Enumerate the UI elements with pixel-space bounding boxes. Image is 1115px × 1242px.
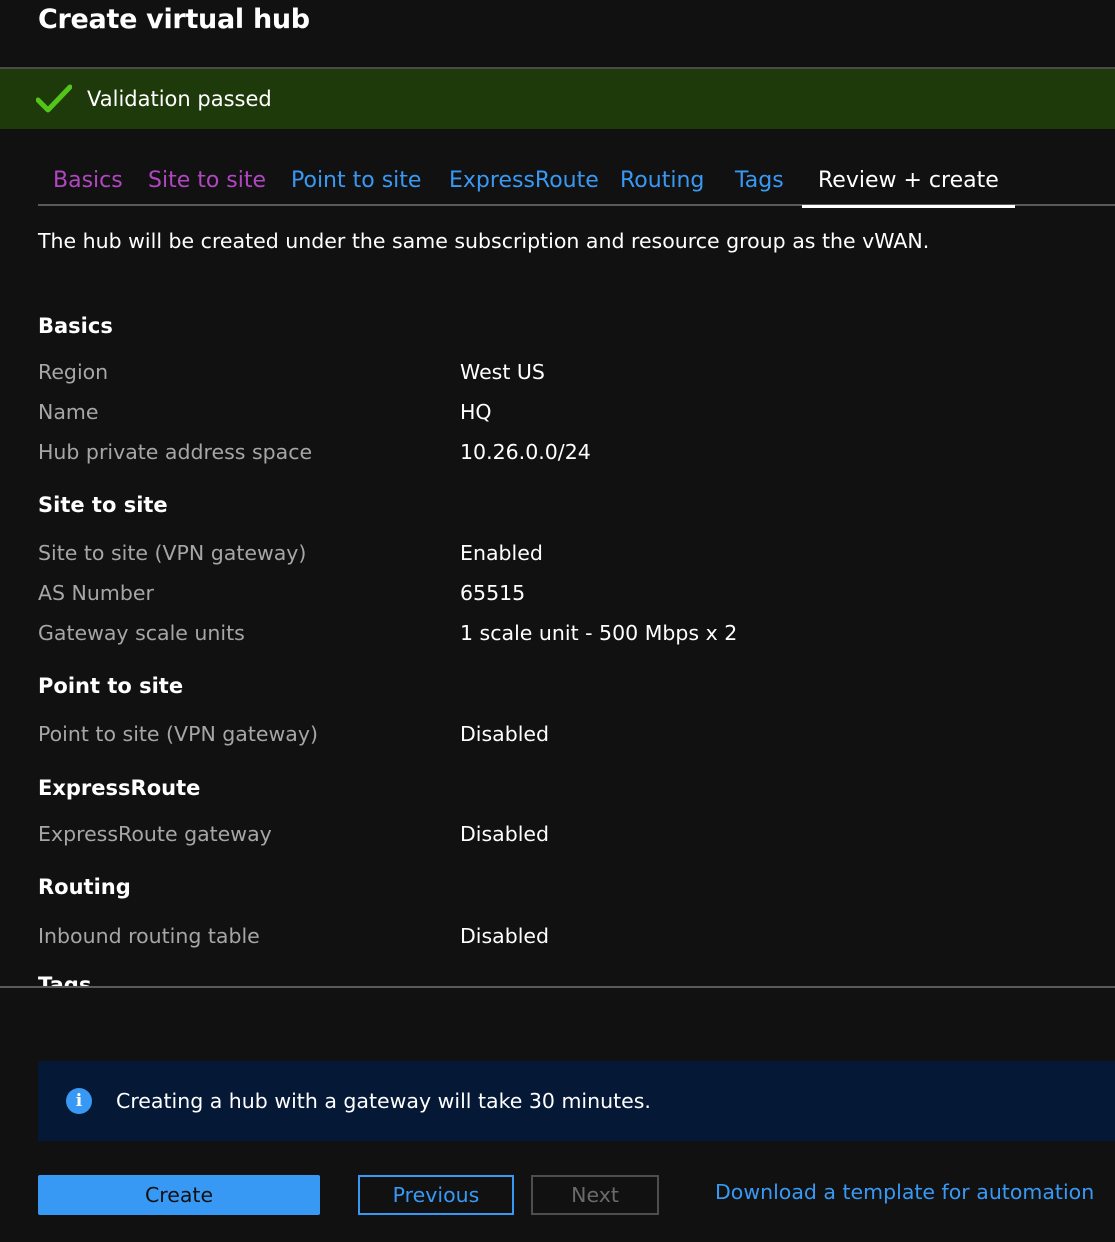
download-template-link[interactable]: Download a template for automation — [715, 1180, 1094, 1204]
section-heading-basics: Basics — [38, 314, 113, 338]
info-banner: i Creating a hub with a gateway will tak… — [38, 1061, 1115, 1141]
section-heading-tags: Tags — [38, 973, 92, 987]
summary-value: Disabled — [460, 924, 550, 948]
summary-value: Disabled — [460, 822, 550, 846]
tab-point-to-site[interactable]: Point to site — [291, 160, 421, 204]
summary-label: ExpressRoute gateway — [38, 822, 272, 846]
section-heading-routing: Routing — [38, 875, 131, 899]
tab-basics[interactable]: Basics — [53, 160, 123, 204]
tab-routing[interactable]: Routing — [620, 160, 704, 204]
tab-site-to-site[interactable]: Site to site — [148, 160, 266, 204]
summary-value: Disabled — [460, 722, 550, 746]
tab-expressroute[interactable]: ExpressRoute — [449, 160, 599, 204]
summary-divider — [0, 986, 1115, 988]
info-text: Creating a hub with a gateway will take … — [116, 1089, 651, 1113]
summary-value: Enabled — [460, 541, 543, 565]
wizard-tabs: Basics Site to site Point to site Expres… — [38, 160, 1115, 208]
summary-value: 10.26.0.0/24 — [460, 440, 591, 464]
tab-review-create[interactable]: Review + create — [802, 160, 1015, 208]
previous-button[interactable]: Previous — [358, 1175, 514, 1215]
summary-value: 1 scale unit - 500 Mbps x 2 — [460, 621, 738, 645]
summary-label: AS Number — [38, 581, 154, 605]
summary-label: Hub private address space — [38, 440, 313, 464]
info-icon: i — [66, 1088, 92, 1114]
summary-label: Name — [38, 400, 99, 424]
create-virtual-hub-page: Create virtual hub Validation passed Bas… — [0, 0, 1115, 1242]
validation-banner: Validation passed — [0, 69, 1115, 129]
validation-text: Validation passed — [87, 87, 272, 111]
create-button[interactable]: Create — [38, 1175, 320, 1215]
section-heading-expressroute: ExpressRoute — [38, 776, 201, 800]
tab-tags[interactable]: Tags — [735, 160, 784, 204]
summary-label: Region — [38, 360, 109, 384]
summary-label: Site to site (VPN gateway) — [38, 541, 307, 565]
intro-text: The hub will be created under the same s… — [38, 229, 930, 253]
summary-value: HQ — [460, 400, 492, 424]
checkmark-icon — [36, 84, 72, 113]
section-heading-point-to-site: Point to site — [38, 674, 184, 698]
summary-label: Inbound routing table — [38, 924, 260, 948]
summary-value: West US — [460, 360, 545, 384]
section-heading-site-to-site: Site to site — [38, 493, 168, 517]
summary-label: Gateway scale units — [38, 621, 245, 645]
next-button: Next — [531, 1175, 659, 1215]
summary-value: 65515 — [460, 581, 526, 605]
summary-label: Point to site (VPN gateway) — [38, 722, 318, 746]
page-title: Create virtual hub — [38, 4, 310, 35]
review-summary: Basics Region West US Name HQ Hub privat… — [0, 290, 1115, 987]
